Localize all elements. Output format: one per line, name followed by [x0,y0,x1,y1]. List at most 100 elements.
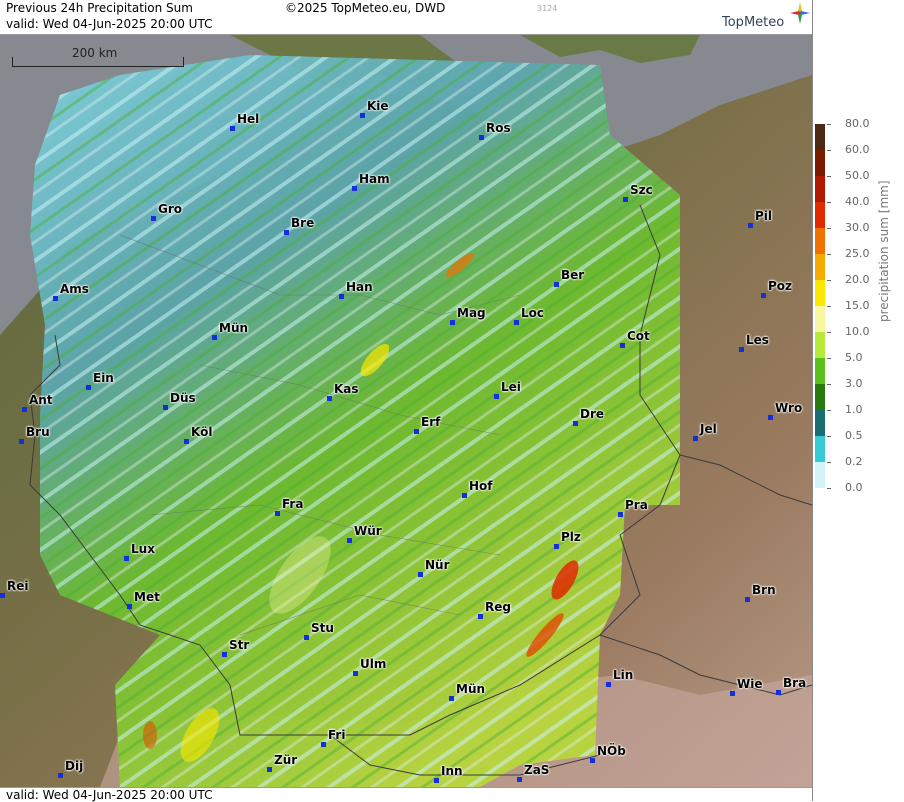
legend-swatch [815,358,825,384]
topmeteo-logo: TopMeteo [722,2,810,32]
city-label: Ham [359,172,390,186]
legend-swatch [815,436,825,462]
legend-swatch [815,254,825,280]
precipitation-map[interactable]: 200 km Hel Kie Ros Ham Szc Gro Bre Pil Ber Ams Han… [0,35,812,787]
city-label: Mün [456,682,486,696]
city-dot-icon [514,320,519,325]
legend-tick [827,176,831,177]
city-dot-icon [0,593,5,598]
city-label: Han [346,280,373,294]
city-dot-icon [462,493,467,498]
city-dot-icon [339,294,344,299]
city-label: Ulm [360,657,387,671]
city-dot-icon [554,544,559,549]
city-label: Zür [274,753,298,767]
city-label: Dij [65,759,84,773]
city-dot-icon [776,690,781,695]
city-label: Szc [630,183,653,197]
legend-tick [827,410,831,411]
frame-id: 3124 [537,4,558,13]
city-label: Inn [441,764,463,778]
city-dot-icon [327,396,332,401]
city-label: Les [746,333,769,347]
valid-time-bottom: valid: Wed 04-Jun-2025 20:00 UTC [6,788,213,802]
city-dot-icon [360,113,365,118]
legend-tick [827,384,831,385]
legend-tick [827,488,831,489]
city-dot-icon [353,671,358,676]
legend-tick [827,228,831,229]
city-dot-icon [418,572,423,577]
city-dot-icon [321,742,326,747]
city-dot-icon [275,511,280,516]
legend-value: 80.0 [845,117,870,130]
city-label: Düs [170,391,196,405]
city-dot-icon [230,126,235,131]
legend-title: precipitation sum [mm] [877,180,891,322]
legend-swatch [815,332,825,358]
city-dot-icon [618,512,623,517]
city-dot-icon [623,197,628,202]
city-dot-icon [58,773,63,778]
city-dot-icon [222,652,227,657]
legend-tick [827,254,831,255]
legend-value: 1.0 [845,403,863,416]
city-label: Wie [737,677,763,691]
city-label: Dre [580,407,605,421]
city-dot-icon [19,439,24,444]
city-label: Poz [768,279,793,293]
city-label: Erf [421,415,441,429]
map-title: Previous 24h Precipitation Sum [6,1,193,15]
city-label: Pra [625,498,648,512]
legend-value: 0.5 [845,429,863,442]
city-label: Ein [93,371,114,385]
legend-value: 0.2 [845,455,863,468]
header-bar: Previous 24h Precipitation Sum valid: We… [0,0,812,35]
city-dot-icon [478,614,483,619]
city-dot-icon [748,223,753,228]
city-dot-icon [53,296,58,301]
city-label: Bre [291,216,315,230]
city-dot-icon [449,696,454,701]
scale-label: 200 km [72,46,118,60]
city-dot-icon [163,405,168,410]
legend-swatch [815,124,825,150]
city-dot-icon [151,216,156,221]
city-label: Kas [334,382,359,396]
legend-value: 10.0 [845,325,870,338]
city-label: Mün [219,321,249,335]
city-dot-icon [304,635,309,640]
legend-tick [827,124,831,125]
legend-tick [827,436,831,437]
city-label: Wür [354,524,382,538]
legend-swatch [815,384,825,410]
city-label: Lei [501,380,521,394]
legend-value: 5.0 [845,351,863,364]
city-label: Hel [237,112,260,126]
precipitation-streaks [30,55,680,787]
city-dot-icon [745,597,750,602]
compass-star-icon [790,2,810,24]
legend-value: 30.0 [845,221,870,234]
city-label: Lin [613,668,634,682]
city-label: Ros [486,121,511,135]
city-dot-icon [86,385,91,390]
legend-tick [827,150,831,151]
city-dot-icon [267,767,272,772]
city-label: Gro [158,202,183,216]
city-dot-icon [434,778,439,783]
legend-swatch [815,202,825,228]
legend-tick [827,332,831,333]
city-label: Fri [328,728,346,742]
city-label: Plz [561,530,581,544]
precipitation-legend: 80.0 60.0 50.0 40.0 30.0 25.0 20.0 15.0 10.0 5.0 3… [813,0,904,801]
city-dot-icon [450,320,455,325]
city-dot-icon [124,556,129,561]
logo-text: TopMeteo [722,15,785,30]
city-dot-icon [22,407,27,412]
city-label: Pil [755,209,773,223]
legend-value: 40.0 [845,195,870,208]
city-label: Ams [60,282,89,296]
city-dot-icon [517,777,522,782]
city-dot-icon [606,682,611,687]
